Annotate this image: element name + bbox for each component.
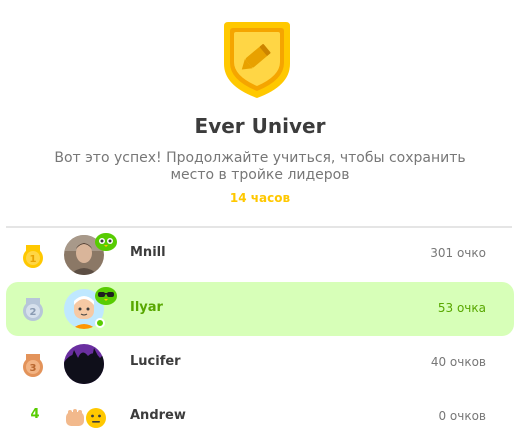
avatar[interactable] — [64, 344, 104, 384]
leaderboard-row-2[interactable]: 2 Ilyar 53 очка — [6, 282, 514, 336]
bronze-medal-icon: 3 — [23, 354, 43, 377]
user-name: Ilyar — [130, 300, 163, 315]
user-points: 53 очка — [437, 301, 486, 315]
league-title: Ever Univer — [194, 114, 326, 138]
leaderboard-row-4[interactable]: 4 Andrew 0 очков — [6, 392, 514, 444]
rank-number: 2 — [30, 307, 37, 318]
emoji-avatar-icon — [66, 408, 106, 428]
gold-medal-icon: 1 — [23, 245, 43, 268]
user-points: 0 очков — [438, 409, 486, 423]
rank-number: 3 — [30, 363, 37, 374]
leaderboard-row-3[interactable]: 3 Lucifer 40 очков — [6, 338, 514, 390]
user-name: Andrew — [130, 408, 186, 423]
leaderboard-row-1[interactable]: 1 Mnill 301 очко — [6, 229, 514, 281]
user-name: Mnill — [130, 245, 166, 260]
league-badge-icon — [224, 22, 290, 98]
rank-number: 1 — [30, 254, 37, 265]
duo-face-icon — [95, 233, 117, 251]
time-left-label: 14 часов — [229, 191, 291, 205]
rank-number: 4 — [30, 407, 40, 422]
user-points: 301 очко — [430, 246, 486, 260]
divider — [6, 226, 512, 228]
league-subtitle: Вот это успех! Продолжайте учиться, чтоб… — [54, 150, 466, 183]
sunglasses-duo-icon — [95, 287, 117, 305]
user-name: Lucifer — [130, 354, 181, 369]
user-points: 40 очков — [430, 355, 486, 369]
online-indicator — [95, 318, 105, 328]
silver-medal-icon: 2 — [23, 298, 43, 321]
